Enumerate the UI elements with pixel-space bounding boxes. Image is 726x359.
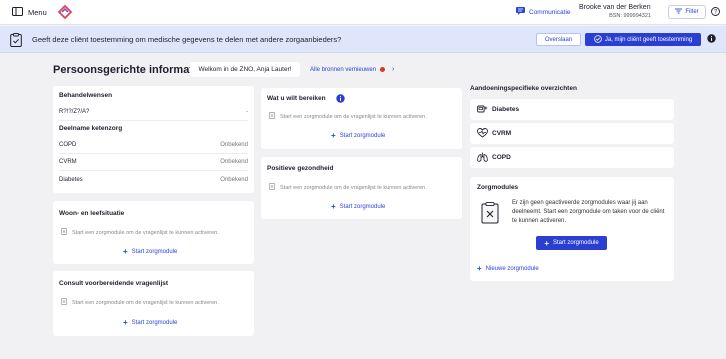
start-zorgmodule-label: Start zorgmodule	[339, 132, 386, 139]
communicatie-label: Communicatie	[529, 8, 571, 16]
top-bar: Menu Communicatie Brooke van der Berken …	[0, 0, 726, 25]
start-zorgmodule-button[interactable]: + Start zorgmodule	[123, 318, 177, 327]
empty-state-text: Start een zorgmodule om de vragenlijst t…	[72, 229, 219, 236]
positieve-gezondheid-title: Positieve gezondheid	[267, 165, 334, 172]
refresh-label: Alle bronnen vernieuwen	[310, 66, 377, 73]
condition-label: Diabetes	[492, 106, 520, 113]
ketenzorg-row-value: Onbekend	[220, 159, 248, 165]
document-x-icon	[269, 112, 275, 121]
ketenzorg-row-value: Onbekend	[220, 177, 248, 183]
consent-clipboard-icon	[10, 33, 22, 49]
empty-state: Start een zorgmodule om de vragenlijst t…	[61, 228, 219, 237]
sidebar-toggle-icon	[12, 7, 23, 18]
divider	[59, 120, 248, 121]
start-zorgmodule-label: Start zorgmodule	[131, 319, 178, 326]
empty-state-text: Start een zorgmodule om de vragenlijst t…	[280, 113, 427, 120]
start-zorgmodule-button[interactable]: + Start zorgmodule	[331, 202, 385, 211]
heart-icon	[477, 128, 488, 140]
ketenzorg-row-label: COPD	[59, 142, 77, 148]
condition-item-cvrm[interactable]: CVRM	[470, 123, 674, 144]
diabetes-icon	[477, 104, 488, 116]
filter-button[interactable]: Filter	[668, 5, 706, 19]
document-x-icon	[269, 183, 275, 192]
plus-icon: +	[544, 238, 549, 248]
consult-vragenlijst-card: Consult voorbereidende vragenlijst Start…	[53, 271, 254, 336]
page-title: Persoonsgerichte informatie	[53, 64, 203, 76]
document-x-icon	[61, 228, 67, 237]
ketenzorg-title: Deelname ketenzorg	[59, 125, 123, 132]
divider	[59, 170, 248, 171]
empty-state: Start een zorgmodule om de vragenlijst t…	[61, 298, 219, 307]
lungs-icon	[477, 152, 488, 164]
app-logo[interactable]	[57, 4, 73, 21]
condition-item-copd[interactable]: COPD	[470, 147, 674, 168]
empty-state: Start een zorgmodule om de vragenlijst t…	[269, 183, 427, 192]
user-name: Brooke van der Berken	[579, 4, 651, 11]
info-icon[interactable]	[707, 34, 716, 45]
positieve-gezondheid-card: Positieve gezondheid Start een zorgmodul…	[261, 157, 462, 219]
start-zorgmodule-label: Start zorgmodule	[552, 240, 599, 246]
user-bsn: BSN: 999994321	[609, 13, 651, 19]
consent-question: Geeft deze cliënt toestemming om medisch…	[32, 35, 342, 44]
welcome-message: Welkom in de ZNO, Anja Lauter!	[190, 62, 300, 77]
plus-icon: +	[477, 264, 482, 273]
plus-icon: +	[123, 318, 128, 327]
new-zorgmodule-label: Nieuwe zorgmodule	[485, 265, 539, 272]
check-circle-icon	[594, 34, 602, 45]
condition-label: CVRM	[492, 130, 512, 137]
consult-vragenlijst-title: Consult voorbereidende vragenlijst	[59, 280, 169, 287]
menu-button[interactable]: Menu	[12, 7, 47, 18]
empty-state-text: Start een zorgmodule om de vragenlijst t…	[280, 184, 427, 191]
info-icon[interactable]	[336, 94, 345, 105]
filter-label: Filter	[685, 9, 699, 15]
ketenzorg-row-label: Diabetes	[59, 177, 83, 183]
chat-icon	[516, 7, 525, 17]
behandelwensen-row-value: -	[246, 109, 248, 115]
behandelwensen-row-label: R?!?/Z?/A?	[59, 109, 90, 115]
condition-label: COPD	[492, 154, 511, 161]
zorgmodules-title: Zorgmodules	[477, 184, 519, 191]
document-x-icon	[481, 202, 499, 226]
skip-button[interactable]: Overslaan	[536, 33, 581, 46]
start-zorgmodule-label: Start zorgmodule	[339, 203, 386, 210]
empty-state: Start een zorgmodule om de vragenlijst t…	[269, 112, 427, 121]
give-consent-label: Ja, mijn cliënt geeft toestemming	[604, 36, 693, 43]
wat-u-wilt-bereiken-title: Wat u wilt bereiken	[267, 95, 326, 102]
behandelwensen-title: Behandelwensen	[59, 92, 113, 99]
filter-icon	[675, 8, 683, 16]
chevron-right-icon: ›	[392, 66, 395, 73]
start-zorgmodule-primary-button[interactable]: + Start zorgmodule	[536, 236, 607, 250]
plus-icon: +	[123, 247, 128, 256]
zorgmodules-empty-message: Er zijn geen geactiveerde zorgmodules wa…	[512, 200, 665, 224]
menu-label: Menu	[28, 8, 47, 17]
plus-icon: +	[331, 202, 336, 211]
alert-dot-icon	[380, 67, 386, 72]
behandelwensen-card: Behandelwensen R?!?/Z?/A? - Deelname ket…	[53, 86, 254, 193]
ketenzorg-row-label: CVRM	[59, 159, 77, 165]
condition-item-diabetes[interactable]: Diabetes	[470, 99, 674, 120]
consent-banner: Geeft deze cliënt toestemming om medisch…	[0, 26, 726, 53]
empty-state-text: Start een zorgmodule om de vragenlijst t…	[72, 299, 219, 306]
new-zorgmodule-link[interactable]: + Nieuwe zorgmodule	[477, 264, 539, 273]
woon-leefsituatie-title: Woon- en leefsituatie	[59, 210, 125, 217]
woon-leefsituatie-card: Woon- en leefsituatie Start een zorgmodu…	[53, 201, 254, 264]
plus-icon: +	[331, 131, 336, 140]
divider	[59, 153, 248, 154]
start-zorgmodule-button[interactable]: + Start zorgmodule	[123, 247, 177, 256]
ketenzorg-row-value: Onbekend	[220, 142, 248, 148]
document-x-icon	[61, 298, 67, 307]
help-icon[interactable]: ?	[711, 7, 720, 18]
start-zorgmodule-button[interactable]: + Start zorgmodule	[331, 131, 385, 140]
refresh-all-sources-link[interactable]: Alle bronnen vernieuwen ›	[310, 66, 394, 73]
user-info[interactable]: Brooke van der Berken BSN: 999994321	[579, 4, 657, 19]
conditions-section-title: Aandoeningspecifieke overzichten	[470, 85, 577, 92]
start-zorgmodule-label: Start zorgmodule	[131, 248, 178, 255]
wat-u-wilt-bereiken-card: Wat u wilt bereiken Start een zorgmodule…	[261, 88, 462, 149]
give-consent-button[interactable]: Ja, mijn cliënt geeft toestemming	[585, 33, 701, 46]
communicatie-button[interactable]: Communicatie	[516, 7, 571, 17]
